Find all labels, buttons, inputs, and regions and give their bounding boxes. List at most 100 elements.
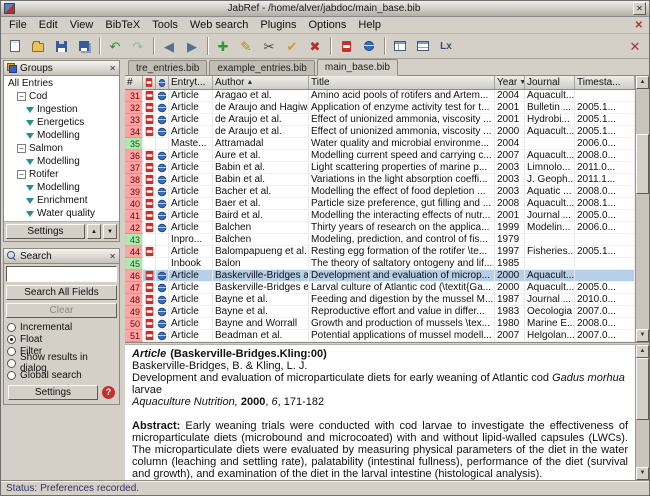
group-item-cod[interactable]: − Cod xyxy=(4,90,119,103)
clear-search-button[interactable]: Clear xyxy=(6,303,117,318)
table-row[interactable]: 49 Article Bayne et al. Reproductive effort… xyxy=(125,306,635,318)
forward-button[interactable]: ▶ xyxy=(181,35,203,57)
group-item-water-quality[interactable]: Water quality xyxy=(4,207,119,220)
column-header-year[interactable]: Year▼ xyxy=(495,76,525,89)
undo-button[interactable]: ↶ xyxy=(104,35,126,57)
preview-scrollbar[interactable]: ▲ ▼ xyxy=(635,345,649,480)
table-row[interactable]: 44 Article Balompapueng et al. Resting egg … xyxy=(125,246,635,258)
table-scroll-thumb[interactable] xyxy=(636,134,649,194)
cleanup-entries-button[interactable]: ✖ xyxy=(304,35,326,57)
new-database-button[interactable] xyxy=(4,35,26,57)
push-to-lyx-button[interactable]: Lx xyxy=(435,35,457,57)
column-header-author[interactable]: Author ▲ xyxy=(213,76,309,89)
column-header-journal[interactable]: Journal xyxy=(525,76,575,89)
close-pane-button[interactable]: ✕ xyxy=(624,35,646,57)
new-entry-button[interactable]: ✚ xyxy=(212,35,234,57)
group-item-modelling[interactable]: Modelling xyxy=(4,181,119,194)
expander-icon[interactable]: − xyxy=(17,92,26,101)
table-row[interactable]: 41 Article Baird et al. Modelling the inter… xyxy=(125,210,635,222)
radio-icon[interactable] xyxy=(7,322,16,332)
preview-scroll-up-icon[interactable]: ▲ xyxy=(636,345,649,358)
save-all-button[interactable] xyxy=(73,35,95,57)
search-option-incremental[interactable]: Incremental xyxy=(6,321,117,333)
table-row[interactable]: 45 Inbook Balon The theory of saltatory ont… xyxy=(125,258,635,270)
group-item-modelling[interactable]: Modelling xyxy=(4,129,119,142)
table-row[interactable]: 38 Article Babin et al. Variations in the l… xyxy=(125,174,635,186)
radio-icon[interactable] xyxy=(7,346,16,356)
table-row[interactable]: 31 Article Aragao et al. Amino acid pools o… xyxy=(125,90,635,102)
redo-button[interactable]: ↷ xyxy=(127,35,149,57)
edit-entry-button[interactable]: ✎ xyxy=(235,35,257,57)
back-button[interactable]: ◀ xyxy=(158,35,180,57)
help-icon[interactable]: ? xyxy=(102,386,115,399)
expander-icon[interactable]: − xyxy=(17,144,26,153)
save-database-button[interactable] xyxy=(50,35,72,57)
table-row[interactable]: 50 Article Bayne and Worrall Growth and pro… xyxy=(125,318,635,330)
table-scroll-down-icon[interactable]: ▼ xyxy=(636,329,649,342)
table-row[interactable]: 43 Inpro... Balchen Modeling, prediction, a… xyxy=(125,234,635,246)
menu-file[interactable]: File xyxy=(3,18,33,32)
expander-icon[interactable]: − xyxy=(17,170,26,179)
groups-panel-close-icon[interactable]: ✕ xyxy=(109,64,116,73)
table-scroll-up-icon[interactable]: ▲ xyxy=(636,76,649,89)
open-database-button[interactable] xyxy=(27,35,49,57)
tab-main-base-bib[interactable]: main_base.bib xyxy=(316,59,398,76)
table-row[interactable]: 51 Article Beadman et al. Potential applica… xyxy=(125,330,635,342)
group-move-up-button[interactable]: ▲ xyxy=(87,224,101,239)
menubar-close-icon[interactable]: ✕ xyxy=(631,20,647,31)
table-row[interactable]: 34 Article de Araujo et al. Effect of union… xyxy=(125,126,635,138)
column-header-type[interactable]: Entryt... xyxy=(169,76,213,89)
table-row[interactable]: 32 Articlede Araujo and HagiwaraApplicati… xyxy=(125,102,635,114)
group-item-enrichment[interactable]: Enrichment xyxy=(4,194,119,207)
column-header-title[interactable]: Title xyxy=(309,76,495,89)
table-row[interactable]: 42 Article Balchen Thirty years of research… xyxy=(125,222,635,234)
open-url-button[interactable] xyxy=(358,35,380,57)
table-row[interactable]: 35 Maste... Attramadal Water quality and mi… xyxy=(125,138,635,150)
open-file-button[interactable] xyxy=(335,35,357,57)
preview-scroll-down-icon[interactable]: ▼ xyxy=(636,467,649,480)
menu-edit[interactable]: Edit xyxy=(33,18,64,32)
mark-entries-button[interactable]: ✔ xyxy=(281,35,303,57)
column-header-url[interactable] xyxy=(156,76,169,89)
table-row[interactable]: 48 Article Bayne et al. Feeding and digesti… xyxy=(125,294,635,306)
toggle-groups-button[interactable] xyxy=(389,35,411,57)
search-option-show-results-in-dialog[interactable]: Show results in dialog xyxy=(6,352,117,374)
menu-options[interactable]: Options xyxy=(302,18,352,32)
table-row[interactable]: 36 Article Aure et al. Modelling current sp… xyxy=(125,150,635,162)
search-all-fields-button[interactable]: Search All Fields xyxy=(6,285,117,300)
menu-view[interactable]: View xyxy=(64,18,100,32)
table-row[interactable]: 47 ArticleBaskerville-Bridges et al.Larva… xyxy=(125,282,635,294)
preview-scroll-thumb[interactable] xyxy=(636,358,649,420)
table-row[interactable]: 46 ArticleBaskerville-Bridges and Kli...D… xyxy=(125,270,635,282)
window-close-button[interactable]: ✕ xyxy=(633,2,646,15)
table-scroll-track[interactable] xyxy=(636,89,649,329)
toggle-preview-button[interactable] xyxy=(412,35,434,57)
menu-web-search[interactable]: Web search xyxy=(184,18,255,32)
menu-plugins[interactable]: Plugins xyxy=(254,18,302,32)
radio-icon[interactable] xyxy=(7,370,16,380)
group-item-all-entries[interactable]: All Entries xyxy=(4,77,119,90)
search-input[interactable] xyxy=(6,266,117,282)
search-panel-close-icon[interactable]: ✕ xyxy=(109,252,116,261)
menu-help[interactable]: Help xyxy=(352,18,387,32)
table-row[interactable]: 40 Article Baer et al. Particle size prefer… xyxy=(125,198,635,210)
table-row[interactable]: 39 Article Bacher et al. Modelling the effe… xyxy=(125,186,635,198)
radio-icon[interactable] xyxy=(7,334,16,344)
group-item-salmon[interactable]: − Salmon xyxy=(4,142,119,155)
search-option-float[interactable]: Float xyxy=(6,333,117,345)
radio-icon[interactable] xyxy=(7,358,16,368)
column-header-num[interactable]: # xyxy=(125,76,143,89)
table-row[interactable]: 37 Article Babin et al. Light scattering pr… xyxy=(125,162,635,174)
groups-settings-button[interactable]: Settings xyxy=(6,224,85,239)
preview-scroll-track[interactable] xyxy=(636,358,649,467)
group-item-modelling[interactable]: Modelling xyxy=(4,155,119,168)
menu-tools[interactable]: Tools xyxy=(146,18,184,32)
group-item-ingestion[interactable]: Ingestion xyxy=(4,103,119,116)
table-scrollbar[interactable]: ▲ ▼ xyxy=(635,76,649,342)
menu-bibtex[interactable]: BibTeX xyxy=(99,18,146,32)
tab-example-entries-bib[interactable]: example_entries.bib xyxy=(209,60,315,75)
group-item-energetics[interactable]: Energetics xyxy=(4,116,119,129)
group-item-rotifer[interactable]: − Rotifer xyxy=(4,168,119,181)
column-header-timestamp[interactable]: Timesta... xyxy=(575,76,635,89)
group-move-down-button[interactable]: ▼ xyxy=(103,224,117,239)
